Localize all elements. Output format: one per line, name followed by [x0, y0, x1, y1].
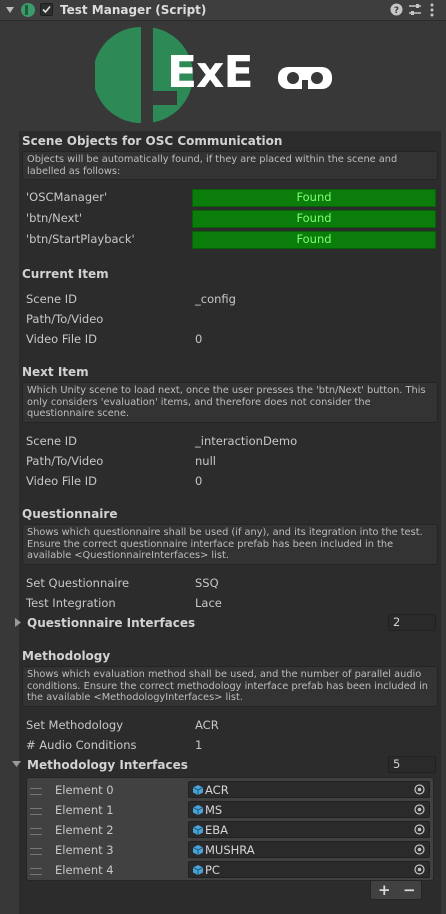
object-picker-icon[interactable]	[414, 864, 425, 875]
vr-headset-icon	[278, 67, 332, 90]
checkmark-icon	[42, 5, 51, 14]
component-header: Test Manager (Script) ?	[0, 0, 446, 21]
questionnaire-title: Questionnaire	[22, 507, 118, 521]
next-video-id-value: 0	[195, 474, 203, 488]
element-0-label: Element 0	[55, 783, 114, 797]
drag-handle-icon[interactable]	[30, 828, 42, 835]
current-scene-id-value: _config	[195, 292, 236, 306]
element-2-value: EBA	[205, 823, 229, 837]
current-path-label: Path/To/Video	[26, 312, 104, 326]
prefab-icon	[193, 825, 203, 835]
element-3-value: MUSHRA	[205, 843, 255, 857]
next-path-label: Path/To/Video	[26, 454, 104, 468]
test-integration-value: Lace	[195, 596, 222, 610]
set-questionnaire-label: Set Questionnaire	[26, 576, 130, 590]
current-video-id-label: Video File ID	[26, 332, 98, 346]
set-questionnaire-value: SSQ	[195, 576, 219, 590]
scene-objects-help: Objects will be automatically found, if …	[22, 151, 438, 180]
prefab-icon	[193, 805, 203, 815]
add-element-button[interactable]: +	[378, 881, 391, 899]
element-0-value: ACR	[205, 783, 229, 797]
context-menu-icon[interactable]	[429, 3, 435, 17]
object-picker-icon[interactable]	[414, 824, 425, 835]
btn-next-status: Found	[192, 210, 436, 228]
current-video-id-value: 0	[195, 332, 203, 346]
scene-objects-title: Scene Objects for OSC Communication	[22, 134, 283, 148]
element-1-value: MS	[205, 803, 223, 817]
element-0-field[interactable]: ACR	[188, 781, 430, 798]
next-path-value: null	[195, 454, 216, 468]
btn-startplayback-label: 'btn/StartPlayback'	[26, 232, 135, 246]
drag-handle-icon[interactable]	[30, 788, 42, 795]
drag-handle-icon[interactable]	[30, 848, 42, 855]
osc-manager-label: 'OSCManager'	[26, 190, 108, 204]
element-4-field[interactable]: PC	[188, 861, 430, 878]
next-item-help: Which Unity scene to load next, once the…	[22, 382, 438, 423]
fold-down-icon[interactable]	[12, 760, 21, 768]
logo-text: ExE	[167, 47, 253, 98]
test-integration-label: Test Integration	[26, 596, 116, 610]
set-methodology-value: ACR	[195, 718, 219, 732]
object-picker-icon[interactable]	[414, 784, 425, 795]
methodology-title: Methodology	[22, 649, 111, 663]
presets-icon[interactable]	[408, 3, 422, 16]
prefab-icon	[193, 785, 203, 795]
drag-handle-icon[interactable]	[30, 808, 42, 815]
svg-text:?: ?	[394, 6, 399, 16]
drag-handle-icon[interactable]	[30, 868, 42, 875]
enabled-checkbox[interactable]	[40, 3, 53, 16]
next-item-title: Next Item	[22, 365, 89, 379]
current-scene-id-label: Scene ID	[26, 292, 77, 306]
prefab-icon	[193, 865, 203, 875]
fold-right-icon[interactable]	[14, 618, 22, 627]
btn-startplayback-status: Found	[192, 231, 436, 249]
next-scene-id-value: _interactionDemo	[195, 434, 298, 448]
questionnaire-interfaces-foldout[interactable]: Questionnaire Interfaces	[27, 616, 195, 630]
component-title: Test Manager (Script)	[60, 3, 207, 17]
prefab-icon	[193, 845, 203, 855]
fold-arrow-icon[interactable]	[6, 6, 14, 14]
osc-manager-status: Found	[192, 189, 436, 207]
remove-element-button[interactable]: −	[403, 881, 416, 899]
questionnaire-interfaces-size[interactable]: 2	[388, 614, 436, 631]
current-item-title: Current Item	[22, 267, 109, 281]
element-1-label: Element 1	[55, 803, 114, 817]
set-methodology-label: Set Methodology	[26, 718, 124, 732]
next-scene-id-label: Scene ID	[26, 434, 77, 448]
methodology-interfaces-foldout[interactable]: Methodology Interfaces	[27, 758, 188, 772]
element-3-label: Element 3	[55, 843, 114, 857]
element-4-value: PC	[205, 863, 220, 877]
script-icon	[21, 3, 35, 17]
object-picker-icon[interactable]	[414, 844, 425, 855]
methodology-help: Shows which evaluation method shall be u…	[22, 666, 438, 707]
object-picker-icon[interactable]	[414, 804, 425, 815]
questionnaire-help: Shows which questionnaire shall be used …	[22, 524, 438, 565]
btn-next-label: 'btn/Next'	[26, 211, 83, 225]
element-4-label: Element 4	[55, 863, 114, 877]
element-2-label: Element 2	[55, 823, 114, 837]
help-icon[interactable]: ?	[390, 3, 403, 16]
element-2-field[interactable]: EBA	[188, 821, 430, 838]
element-1-field[interactable]: MS	[188, 801, 430, 818]
exe-logo: ExE	[95, 25, 335, 125]
element-3-field[interactable]: MUSHRA	[188, 841, 430, 858]
audio-conditions-value: 1	[195, 738, 203, 752]
next-video-id-label: Video File ID	[26, 474, 98, 488]
audio-conditions-label: # Audio Conditions	[26, 738, 137, 752]
methodology-interfaces-size[interactable]: 5	[388, 756, 436, 773]
